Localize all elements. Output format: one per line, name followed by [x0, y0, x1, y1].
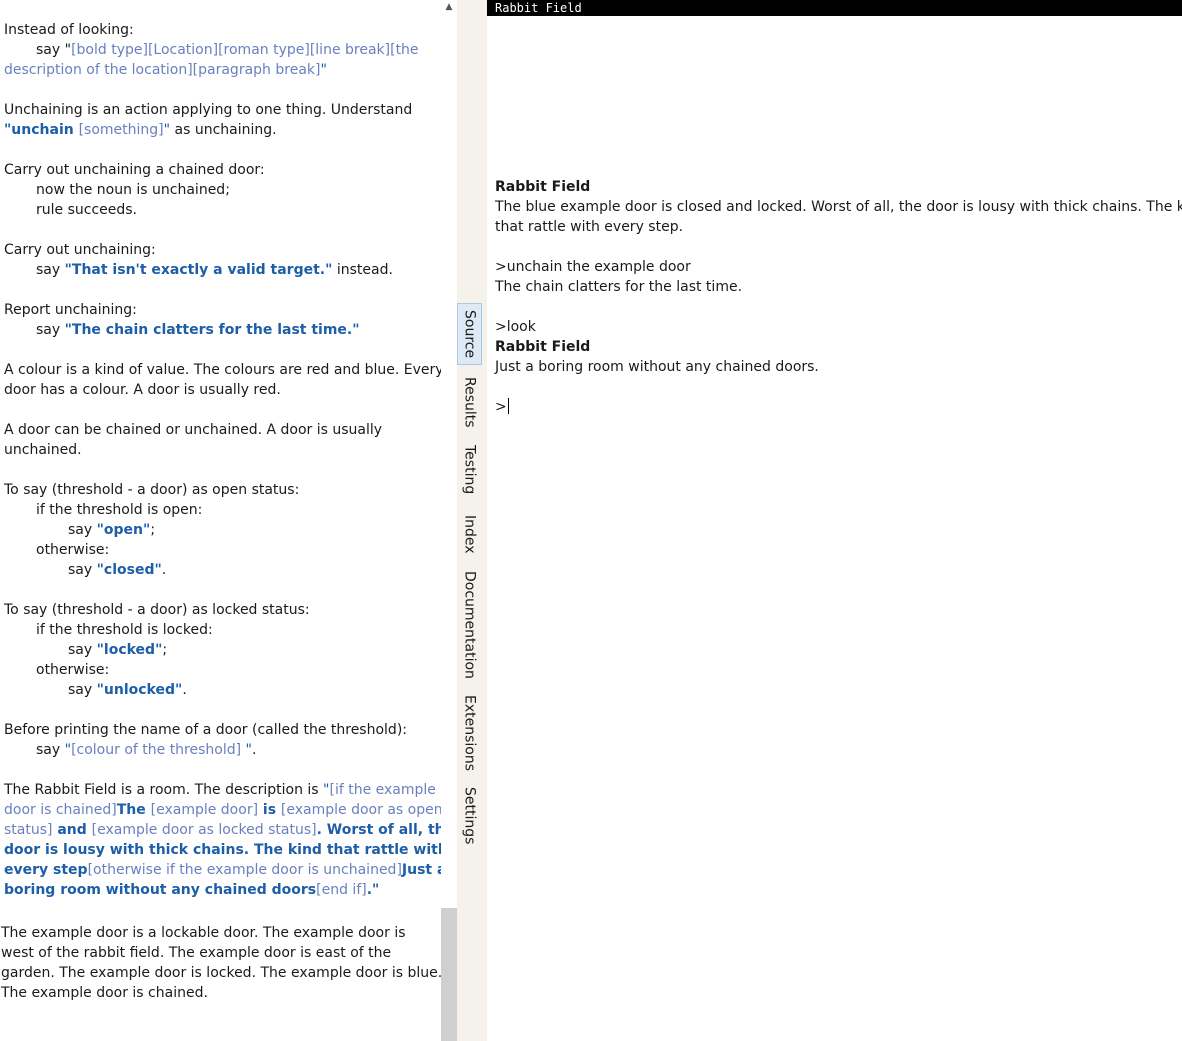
scroll-up-arrow-icon[interactable]: ▲	[441, 0, 457, 14]
source-line: Carry out unchaining:	[4, 242, 156, 258]
source-line: west of the rabbit field. The example do…	[1, 945, 392, 961]
source-line: otherwise:	[36, 542, 110, 558]
source-line: A colour is a kind of value. The colours…	[4, 362, 441, 378]
source-line: The example door is chained.	[1, 985, 208, 1001]
source-line: now the noun is unchained;	[36, 182, 230, 198]
source-line: say "[bold type][Location][roman type][l…	[36, 42, 419, 58]
source-line: every step[otherwise if the example door…	[4, 862, 441, 878]
tab-testing[interactable]: Testing	[457, 441, 482, 499]
source-paragraph: Carry out unchaining: say "That isn't ex…	[4, 240, 424, 280]
source-line: door has a colour. A door is usually red…	[4, 382, 281, 398]
game-transcript-pane[interactable]	[487, 0, 1182, 1041]
source-paragraph: Instead of looking: say "[bold type][Loc…	[4, 20, 424, 80]
game-response: The chain clatters for the last time.	[495, 279, 743, 295]
prompt-symbol: >	[495, 399, 507, 415]
tab-documentation[interactable]: Documentation	[457, 568, 482, 682]
room-description: that rattle with every step.	[495, 219, 684, 235]
room-description: Just a boring room without any chained d…	[495, 359, 819, 375]
source-line: say "That isn't exactly a valid target."…	[36, 262, 393, 278]
source-scrollbar[interactable]	[441, 0, 457, 1041]
room-heading: Rabbit Field	[495, 339, 591, 355]
source-paragraph: Unchaining is an action applying to one …	[4, 100, 424, 140]
source-line: unchained.	[4, 442, 82, 458]
source-paragraph: Before printing the name of a door (call…	[4, 720, 424, 760]
source-line: garden. The example door is locked. The …	[1, 965, 441, 981]
source-line: otherwise:	[36, 662, 110, 678]
tab-source[interactable]: Source	[457, 303, 482, 365]
source-paragraph: To say (threshold - a door) as open stat…	[4, 480, 424, 580]
scrollbar-thumb[interactable]	[441, 908, 457, 1041]
source-paragraph: Report unchaining: say "The chain clatte…	[4, 300, 424, 340]
player-command: >look	[495, 319, 536, 335]
room-heading: Rabbit Field	[495, 179, 591, 195]
source-paragraph: Carry out unchaining a chained door: now…	[4, 160, 424, 220]
game-output: >look Rabbit Field Just a boring room wi…	[495, 317, 1175, 377]
source-line: if the threshold is open:	[36, 502, 203, 518]
tab-extensions[interactable]: Extensions	[457, 693, 482, 773]
source-line: status] and [example door as locked stat…	[4, 822, 441, 838]
source-line: say "closed".	[68, 562, 167, 578]
source-line: The Rabbit Field is a room. The descript…	[4, 782, 436, 798]
source-line: To say (threshold - a door) as open stat…	[4, 482, 300, 498]
tab-index[interactable]: Index	[457, 510, 482, 558]
tab-results[interactable]: Results	[457, 373, 482, 431]
source-line: boring room without any chained doors[en…	[4, 882, 380, 898]
source-line: Before printing the name of a door (call…	[4, 722, 407, 738]
source-line: The example door is a lockable door. The…	[1, 925, 406, 941]
source-line: To say (threshold - a door) as locked st…	[4, 602, 310, 618]
tab-settings[interactable]: Settings	[457, 785, 482, 847]
text-cursor	[507, 398, 509, 414]
source-line: Report unchaining:	[4, 302, 137, 318]
source-paragraph: A colour is a kind of value. The colours…	[4, 360, 441, 400]
game-output: >unchain the example door The chain clat…	[495, 257, 1175, 297]
source-line: Carry out unchaining a chained door:	[4, 162, 265, 178]
game-output: Rabbit Field The blue example door is cl…	[495, 177, 1182, 237]
source-paragraph: The Rabbit Field is a room. The descript…	[4, 780, 441, 900]
source-line: say "locked";	[68, 642, 168, 658]
source-line: "unchain [something]" as unchaining.	[4, 122, 277, 138]
source-line: say "[colour of the threshold] ".	[36, 742, 257, 758]
source-line: description of the location][paragraph b…	[4, 62, 327, 78]
game-status-bar: Rabbit Field	[487, 0, 1182, 16]
source-line: Instead of looking:	[4, 22, 134, 38]
room-description: The blue example door is closed and lock…	[495, 199, 1182, 215]
player-command: >unchain the example door	[495, 259, 691, 275]
source-paragraph: To say (threshold - a door) as locked st…	[4, 600, 424, 700]
source-line: say "The chain clatters for the last tim…	[36, 322, 360, 338]
source-line: door is lousy with thick chains. The kin…	[4, 842, 441, 858]
source-line: say "unlocked".	[68, 682, 187, 698]
source-line: A door can be chained or unchained. A do…	[4, 422, 383, 438]
source-paragraph: A door can be chained or unchained. A do…	[4, 420, 424, 460]
source-line: rule succeeds.	[36, 202, 138, 218]
command-prompt[interactable]: >	[495, 397, 1175, 417]
source-line: Unchaining is an action applying to one …	[4, 102, 413, 118]
source-line: say "open";	[68, 522, 156, 538]
source-line: door is chained]The [example door] is [e…	[4, 802, 441, 818]
source-line: if the threshold is locked:	[36, 622, 213, 638]
source-editor[interactable]: Instead of looking: say "[bold type][Loc…	[0, 0, 441, 1041]
source-paragraph: The example door is a lockable door. The…	[1, 923, 441, 1003]
